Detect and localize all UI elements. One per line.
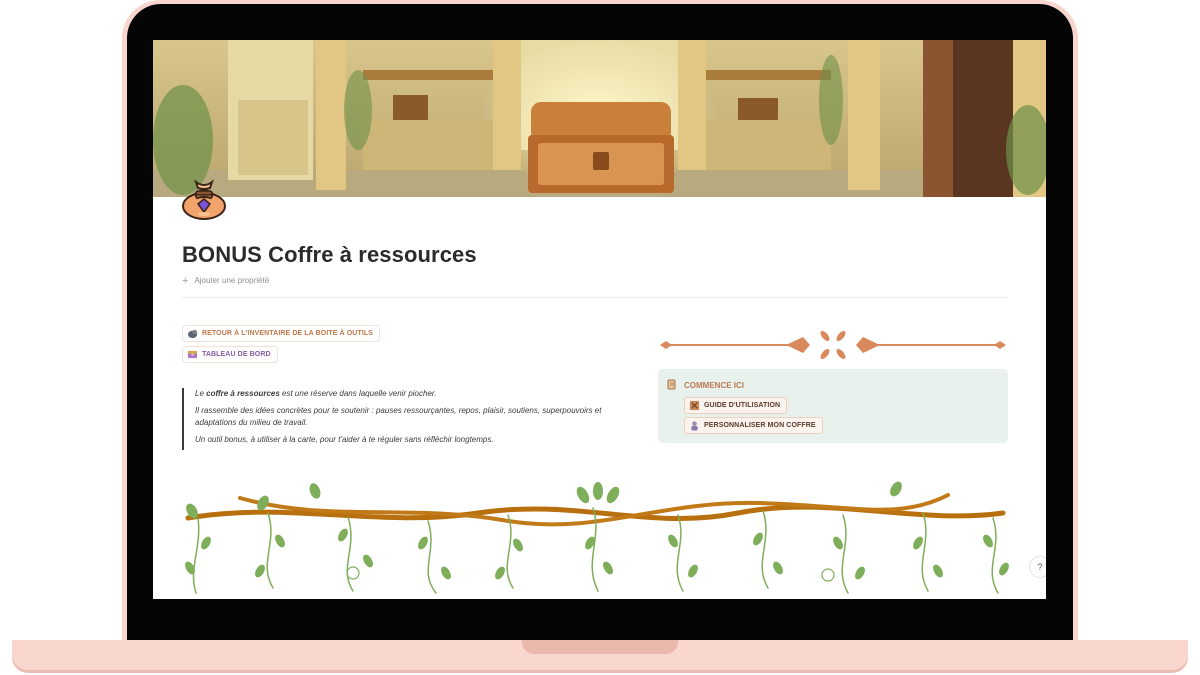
cover-image-treasure-room[interactable] (153, 40, 1046, 197)
quote-line-2: Il rassemble des idées concrètes pour te… (195, 405, 602, 428)
character-icon (691, 421, 698, 431)
quote-line-1: Le coffre à ressources est une réserve d… (195, 389, 437, 398)
quote-bold-term: coffre à ressources (206, 389, 280, 398)
customize-chest-label: PERSONNALISER MON COFFRE (704, 422, 816, 429)
vine-decoration (185, 481, 1009, 594)
notion-page: BONUS Coffre à ressources + Ajouter une … (153, 40, 1046, 599)
user-guide-link[interactable]: GUIDE D'UTILISATION (684, 397, 788, 414)
divider (182, 297, 1007, 298)
bird-icon (187, 329, 198, 339)
callout-title: COMMENCE ICI (684, 381, 744, 390)
back-link-label: RETOUR À L'INVENTAIRE DE LA BOITE À OUTI… (202, 330, 374, 337)
dashboard-link-label: TABLEAU DE BORD (202, 351, 271, 358)
start-here-callout: COMMENCE ICI GUIDE D'UTILISATION PERSONN… (658, 369, 1008, 443)
quote-line-3: Un outil bonus, à utiliser à la carte, p… (195, 434, 494, 444)
intro-quote: Le coffre à ressources est une réserve d… (182, 388, 622, 450)
plus-icon: + (182, 274, 189, 287)
scroll-icon (667, 379, 676, 390)
dashboard-link[interactable]: TABLEAU DE BORD (182, 346, 278, 363)
add-property-button[interactable]: + Ajouter une propriété (182, 274, 270, 287)
back-to-inventory-link[interactable]: RETOUR À L'INVENTAIRE DE LA BOITE À OUTI… (182, 325, 381, 342)
treasure-icon (187, 350, 198, 359)
floating-help-button[interactable]: ? (1029, 556, 1046, 578)
help-icon: ? (1037, 562, 1043, 572)
laptop-notch (522, 640, 678, 654)
user-guide-label: GUIDE D'UTILISATION (704, 402, 781, 409)
page-title[interactable]: BONUS Coffre à ressources (182, 242, 477, 268)
add-property-label: Ajouter une propriété (194, 276, 270, 285)
customize-chest-link[interactable]: PERSONNALISER MON COFFRE (684, 417, 823, 434)
ornament-divider (660, 331, 1006, 359)
map-icon (689, 400, 700, 411)
money-bag-icon[interactable] (179, 174, 229, 220)
